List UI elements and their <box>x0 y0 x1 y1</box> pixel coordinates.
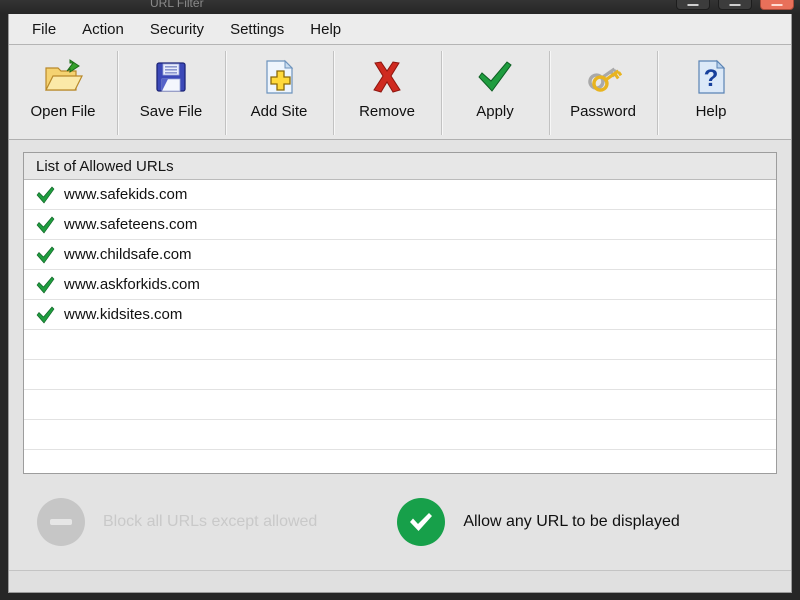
allow-mode-option[interactable]: Allow any URL to be displayed <box>397 498 680 546</box>
apply-button[interactable]: Apply <box>441 49 549 137</box>
table-row-empty[interactable] <box>24 360 776 390</box>
close-icon <box>771 4 783 6</box>
password-label: Password <box>570 103 636 120</box>
toolbar: Open File Save File Add Site Remove Appl… <box>9 45 791 140</box>
allowed-check-icon <box>32 306 58 324</box>
url-list[interactable]: www.safekids.com www.safeteens.com www.c… <box>24 180 776 473</box>
document-plus-icon <box>257 57 301 97</box>
keys-icon <box>581 57 625 97</box>
open-file-label: Open File <box>30 103 96 120</box>
table-row[interactable]: www.safeteens.com <box>24 210 776 240</box>
remove-label: Remove <box>359 103 415 120</box>
list-header: List of Allowed URLs <box>24 153 776 180</box>
application-window: URL Filter File Action Security Settings… <box>0 0 800 600</box>
green-check-icon <box>473 57 517 97</box>
allowed-check-icon <box>32 186 58 204</box>
svg-text:?: ? <box>704 65 719 92</box>
table-row-empty[interactable] <box>24 390 776 420</box>
open-folder-icon <box>41 57 85 97</box>
table-row[interactable]: www.kidsites.com <box>24 300 776 330</box>
minus-circle-icon <box>37 498 85 546</box>
question-document-icon: ? <box>689 57 733 97</box>
table-row[interactable]: www.safekids.com <box>24 180 776 210</box>
menu-item-action[interactable]: Action <box>69 18 137 41</box>
menu-item-security[interactable]: Security <box>137 18 217 41</box>
help-label: Help <box>695 103 727 120</box>
menu-item-help[interactable]: Help <box>297 18 354 41</box>
help-button[interactable]: ? Help <box>657 49 765 137</box>
menu-item-file[interactable]: File <box>19 18 69 41</box>
add-site-label: Add Site <box>250 103 308 120</box>
block-mode-label: Block all URLs except allowed <box>103 513 318 530</box>
menu-item-settings[interactable]: Settings <box>217 18 297 41</box>
client-area: File Action Security Settings Help Open … <box>8 14 792 593</box>
block-mode-option[interactable]: Block all URLs except allowed <box>37 498 317 546</box>
save-file-label: Save File <box>139 103 203 120</box>
window-frame: File Action Security Settings Help Open … <box>0 14 800 600</box>
window-title: URL Filter <box>150 0 204 10</box>
table-row[interactable]: www.askforkids.com <box>24 270 776 300</box>
table-row-empty[interactable] <box>24 420 776 450</box>
add-site-button[interactable]: Add Site <box>225 49 333 137</box>
bottom-bar <box>9 570 791 592</box>
url-label: www.safeteens.com <box>64 216 198 233</box>
minus-glyph <box>50 519 72 525</box>
title-bar: URL Filter <box>0 0 800 14</box>
table-row-empty[interactable] <box>24 450 776 473</box>
allowed-check-icon <box>32 216 58 234</box>
url-label: www.safekids.com <box>64 186 188 203</box>
allowed-check-icon <box>32 246 58 264</box>
save-file-button[interactable]: Save File <box>117 49 225 137</box>
mode-status-area: Block all URLs except allowed Allow any … <box>9 474 791 570</box>
password-button[interactable]: Password <box>549 49 657 137</box>
url-label: www.askforkids.com <box>64 276 200 293</box>
url-label: www.childsafe.com <box>64 246 192 263</box>
floppy-disk-icon <box>149 57 193 97</box>
remove-button[interactable]: Remove <box>333 49 441 137</box>
open-file-button[interactable]: Open File <box>9 49 117 137</box>
close-button[interactable] <box>760 0 794 10</box>
allowed-check-icon <box>32 276 58 294</box>
allowed-urls-panel: List of Allowed URLs www.safekids.com ww… <box>23 152 777 474</box>
url-label: www.kidsites.com <box>64 306 183 323</box>
window-controls <box>676 0 794 10</box>
maximize-button[interactable] <box>718 0 752 10</box>
maximize-icon <box>729 4 741 6</box>
red-x-icon <box>365 57 409 97</box>
apply-label: Apply <box>476 103 514 120</box>
allow-mode-label: Allow any URL to be displayed <box>463 513 680 530</box>
table-row-empty[interactable] <box>24 330 776 360</box>
check-circle-icon <box>397 498 446 546</box>
table-row[interactable]: www.childsafe.com <box>24 240 776 270</box>
minimize-icon <box>687 4 699 6</box>
minimize-button[interactable] <box>676 0 710 10</box>
menu-bar: File Action Security Settings Help <box>9 14 791 45</box>
